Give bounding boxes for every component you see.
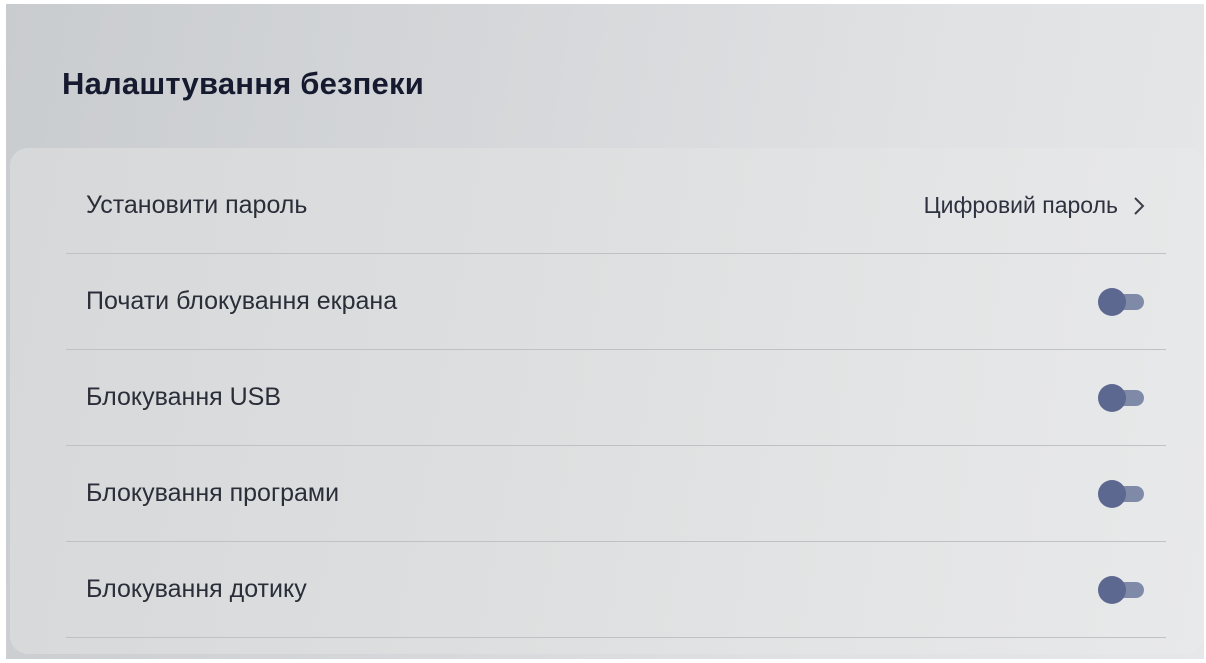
chevron-right-icon <box>1134 196 1145 215</box>
page-title: Налаштування безпеки <box>62 66 424 101</box>
app-lock-label: Блокування програми <box>86 479 340 507</box>
password-type-value[interactable]: Цифровий пароль <box>924 192 1146 219</box>
password-type-label: Цифровий пароль <box>923 192 1118 218</box>
settings-screen: Налаштування безпеки Установити пароль Ц… <box>6 4 1204 659</box>
toggle-knob <box>1098 575 1126 604</box>
toggle-knob <box>1098 479 1126 508</box>
touch-lock-label: Блокування дотику <box>86 575 307 603</box>
app-lock-toggle[interactable] <box>1098 479 1144 508</box>
start-screen-lock-label: Почати блокування екрана <box>86 287 398 315</box>
toggle-knob <box>1098 287 1126 316</box>
set-password-label: Установити пароль <box>86 191 308 219</box>
touch-lock-row[interactable]: Блокування дотику <box>66 542 1166 638</box>
usb-lock-row[interactable]: Блокування USB <box>66 350 1166 446</box>
toggle-knob <box>1098 383 1126 412</box>
start-screen-lock-toggle[interactable] <box>1098 287 1144 316</box>
touch-lock-toggle[interactable] <box>1098 575 1144 604</box>
app-lock-row[interactable]: Блокування програми <box>66 446 1166 542</box>
start-screen-lock-row[interactable]: Почати блокування екрана <box>66 254 1166 350</box>
usb-lock-toggle[interactable] <box>1098 383 1144 412</box>
set-password-row[interactable]: Установити пароль Цифровий пароль <box>66 158 1166 254</box>
settings-panel: Установити пароль Цифровий пароль Почати… <box>10 148 1204 654</box>
usb-lock-label: Блокування USB <box>86 383 282 411</box>
